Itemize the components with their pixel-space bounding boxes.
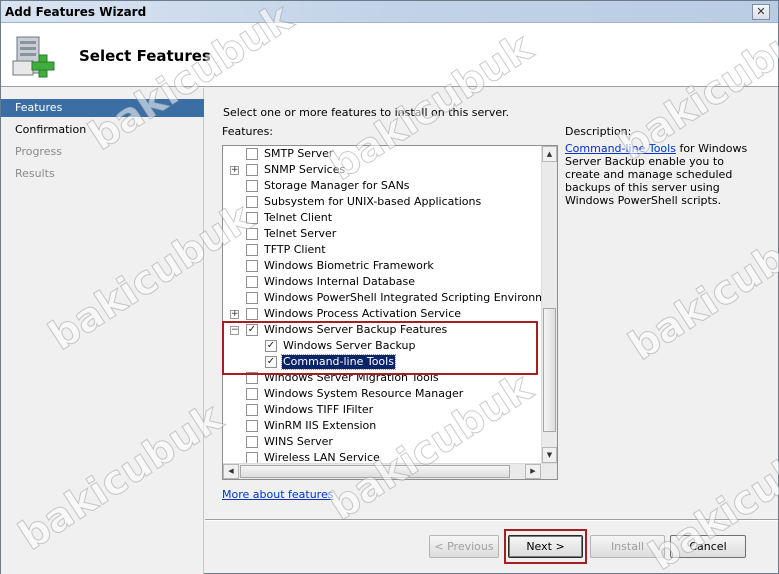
tree-row[interactable]: Telnet Client: [223, 210, 545, 226]
features-label: Features:: [222, 125, 274, 138]
nav-step-features[interactable]: Features: [1, 99, 204, 117]
wizard-window: Add Features Wizard ✕ Select Features Fe…: [0, 0, 779, 574]
scroll-down-icon[interactable]: ▼: [542, 447, 557, 463]
expand-icon[interactable]: +: [230, 310, 239, 319]
vertical-scrollbar[interactable]: ▲ ▼: [541, 146, 557, 463]
tree-row[interactable]: Windows System Resource Manager: [223, 386, 545, 402]
wizard-header: Select Features: [1, 23, 778, 87]
feature-label[interactable]: Windows Process Activation Service: [263, 307, 462, 321]
tree-row[interactable]: Windows Internal Database: [223, 274, 545, 290]
feature-checkbox[interactable]: [246, 244, 258, 256]
feature-label[interactable]: Storage Manager for SANs: [263, 179, 411, 193]
feature-label[interactable]: Windows Biometric Framework: [263, 259, 435, 273]
scroll-left-icon[interactable]: ◀: [223, 464, 239, 479]
tree-row[interactable]: Storage Manager for SANs: [223, 178, 545, 194]
scroll-right-icon[interactable]: ▶: [525, 464, 541, 479]
annotation-highlight-box: [222, 321, 538, 375]
feature-checkbox[interactable]: [246, 228, 258, 240]
vertical-scroll-thumb[interactable]: [543, 308, 556, 432]
description-link[interactable]: Command-line Tools: [565, 142, 676, 155]
description-text: Command-line Tools for Windows Server Ba…: [565, 142, 755, 207]
feature-checkbox[interactable]: [246, 196, 258, 208]
feature-label[interactable]: Windows System Resource Manager: [263, 387, 464, 401]
feature-label[interactable]: Subsystem for UNIX-based Applications: [263, 195, 482, 209]
close-button[interactable]: ✕: [752, 4, 770, 20]
footer-separator: [205, 519, 778, 521]
next-button[interactable]: Next >: [508, 535, 583, 558]
feature-checkbox[interactable]: [246, 260, 258, 272]
content-pane: Select one or more features to install o…: [205, 88, 778, 518]
window-title: Add Features Wizard: [5, 5, 147, 19]
feature-checkbox[interactable]: [246, 212, 258, 224]
tree-row[interactable]: Telnet Server: [223, 226, 545, 242]
feature-label[interactable]: WinRM IIS Extension: [263, 419, 377, 433]
feature-label[interactable]: Windows PowerShell Integrated Scripting …: [263, 291, 557, 305]
tree-row[interactable]: WINS Server: [223, 434, 545, 450]
feature-label[interactable]: SNMP Services: [263, 163, 346, 177]
nav-step-confirmation[interactable]: Confirmation: [1, 121, 204, 139]
feature-label[interactable]: Windows Internal Database: [263, 275, 416, 289]
nav-step-results: Results: [15, 167, 55, 180]
feature-checkbox[interactable]: [246, 404, 258, 416]
more-about-features-link[interactable]: More about features: [222, 488, 333, 501]
previous-button[interactable]: < Previous: [429, 535, 499, 558]
features-tree[interactable]: SMTP Server + SNMP Services Storage Manager…: [222, 145, 558, 480]
feature-checkbox[interactable]: [246, 292, 258, 304]
horizontal-scrollbar[interactable]: ◀ ▶: [223, 463, 557, 479]
cancel-button[interactable]: Cancel: [670, 535, 746, 558]
feature-label[interactable]: TFTP Client: [263, 243, 327, 257]
tree-row[interactable]: + SNMP Services: [223, 162, 545, 178]
feature-label[interactable]: Windows TIFF IFilter: [263, 403, 374, 417]
tree-row[interactable]: Windows TIFF IFilter: [223, 402, 545, 418]
server-add-icon: [12, 36, 55, 78]
instruction-text: Select one or more features to install o…: [223, 106, 510, 119]
horizontal-scroll-thumb[interactable]: [240, 465, 510, 478]
tree-row[interactable]: Windows Biometric Framework: [223, 258, 545, 274]
title-bar[interactable]: Add Features Wizard ✕: [1, 1, 778, 23]
tree-row[interactable]: Windows PowerShell Integrated Scripting …: [223, 290, 557, 306]
feature-checkbox[interactable]: [246, 164, 258, 176]
tree-row[interactable]: SMTP Server: [223, 146, 545, 162]
feature-label[interactable]: Telnet Server: [263, 227, 337, 241]
tree-row[interactable]: TFTP Client: [223, 242, 545, 258]
tree-row[interactable]: WinRM IIS Extension: [223, 418, 545, 434]
expand-icon[interactable]: +: [230, 166, 239, 175]
feature-checkbox[interactable]: [246, 148, 258, 160]
feature-checkbox[interactable]: [246, 420, 258, 432]
feature-checkbox[interactable]: [246, 276, 258, 288]
scroll-up-icon[interactable]: ▲: [542, 146, 557, 162]
feature-label[interactable]: SMTP Server: [263, 147, 334, 161]
close-icon: ✕: [756, 5, 766, 18]
feature-label[interactable]: Telnet Client: [263, 211, 333, 225]
feature-checkbox[interactable]: [246, 436, 258, 448]
feature-checkbox[interactable]: [246, 388, 258, 400]
wizard-steps-nav: Features Confirmation Progress Results: [1, 88, 204, 574]
install-button[interactable]: Install: [590, 535, 665, 558]
feature-label[interactable]: WINS Server: [263, 435, 334, 449]
description-label: Description:: [565, 125, 632, 138]
tree-row[interactable]: Subsystem for UNIX-based Applications: [223, 194, 545, 210]
nav-step-progress: Progress: [15, 145, 62, 158]
tree-row[interactable]: + Windows Process Activation Service: [223, 306, 545, 322]
page-title: Select Features: [79, 47, 211, 65]
feature-checkbox[interactable]: [246, 308, 258, 320]
feature-checkbox[interactable]: [246, 180, 258, 192]
